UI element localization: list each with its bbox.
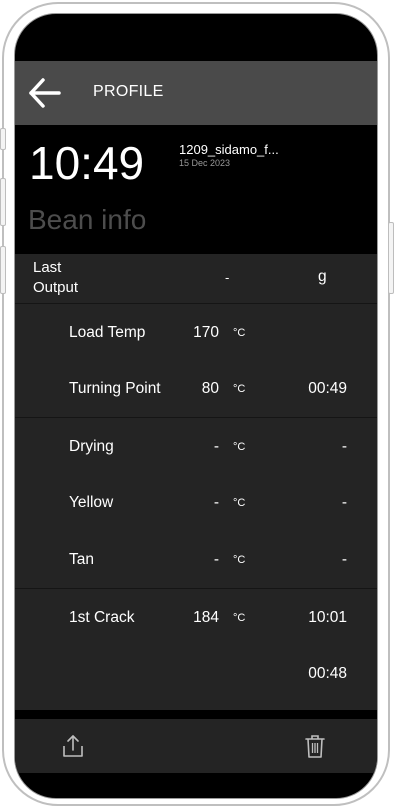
profile-file-name: 1209_sidamo_f... (179, 142, 279, 157)
row-temp-value: 184 (193, 609, 219, 626)
row-time: 00:49 (308, 380, 347, 397)
row-label: 1st Crack (69, 609, 135, 626)
row-time: 10:01 (308, 609, 347, 626)
row-time: - (341, 438, 347, 455)
table-row: Turning Point 80 °C 00:49 (15, 360, 377, 417)
row-temp-unit: °C (233, 612, 246, 624)
table-row: 00:48 (15, 645, 377, 702)
trash-icon[interactable] (301, 732, 329, 760)
side-button-mute (0, 128, 6, 150)
table-row: 1st Crack 184 °C 10:01 (15, 588, 377, 645)
row-temp-unit: °C (233, 497, 246, 509)
row-time: - (341, 494, 347, 511)
roast-data-table: Last Output - g Load Temp 170 °C Turning… (15, 254, 377, 710)
row-temp-unit: °C (233, 441, 246, 453)
last-output-unit: g (318, 268, 327, 285)
row-label: Turning Point (69, 380, 161, 397)
row-label: Yellow (69, 494, 114, 511)
last-output-row: Last Output - g (15, 254, 377, 303)
last-output-label-line1: Last (33, 259, 62, 276)
row-time: - (341, 551, 347, 568)
top-bar: PROFILE (15, 61, 377, 125)
share-icon[interactable] (59, 732, 87, 760)
profile-date: 15 Dec 2023 (179, 158, 231, 168)
row-label: Drying (69, 438, 114, 455)
row-temp-unit: °C (233, 554, 246, 566)
row-label: Tan (69, 551, 94, 568)
arrow-left-icon[interactable] (27, 75, 63, 111)
row-time: 00:48 (308, 665, 347, 682)
table-row: Drying - °C - (15, 417, 377, 474)
row-temp-unit: °C (233, 327, 246, 339)
row-temp-value: 170 (193, 324, 219, 341)
roast-time: 10:49 (29, 137, 145, 189)
side-button-volume-down (0, 246, 6, 294)
row-temp-value: - (213, 494, 219, 511)
row-temp-value: 80 (201, 380, 219, 397)
bottom-toolbar (15, 719, 377, 773)
row-temp-value: - (213, 551, 219, 568)
side-button-power (388, 222, 394, 294)
last-output-value: - (225, 270, 230, 285)
table-row: Tan - °C - (15, 531, 377, 588)
side-button-volume-up (0, 178, 6, 226)
table-row: Load Temp 170 °C (15, 303, 377, 360)
table-row: Yellow - °C - (15, 474, 377, 531)
row-label: Load Temp (69, 324, 146, 341)
row-temp-value: - (213, 438, 219, 455)
row-temp-unit: °C (233, 383, 246, 395)
page-title: PROFILE (93, 83, 164, 100)
phone-screen: PROFILE 10:49 1209_sidamo_f... 15 Dec 20… (14, 13, 378, 799)
last-output-label-line2: Output (33, 279, 79, 296)
bean-info-link[interactable]: Bean info (28, 204, 146, 236)
